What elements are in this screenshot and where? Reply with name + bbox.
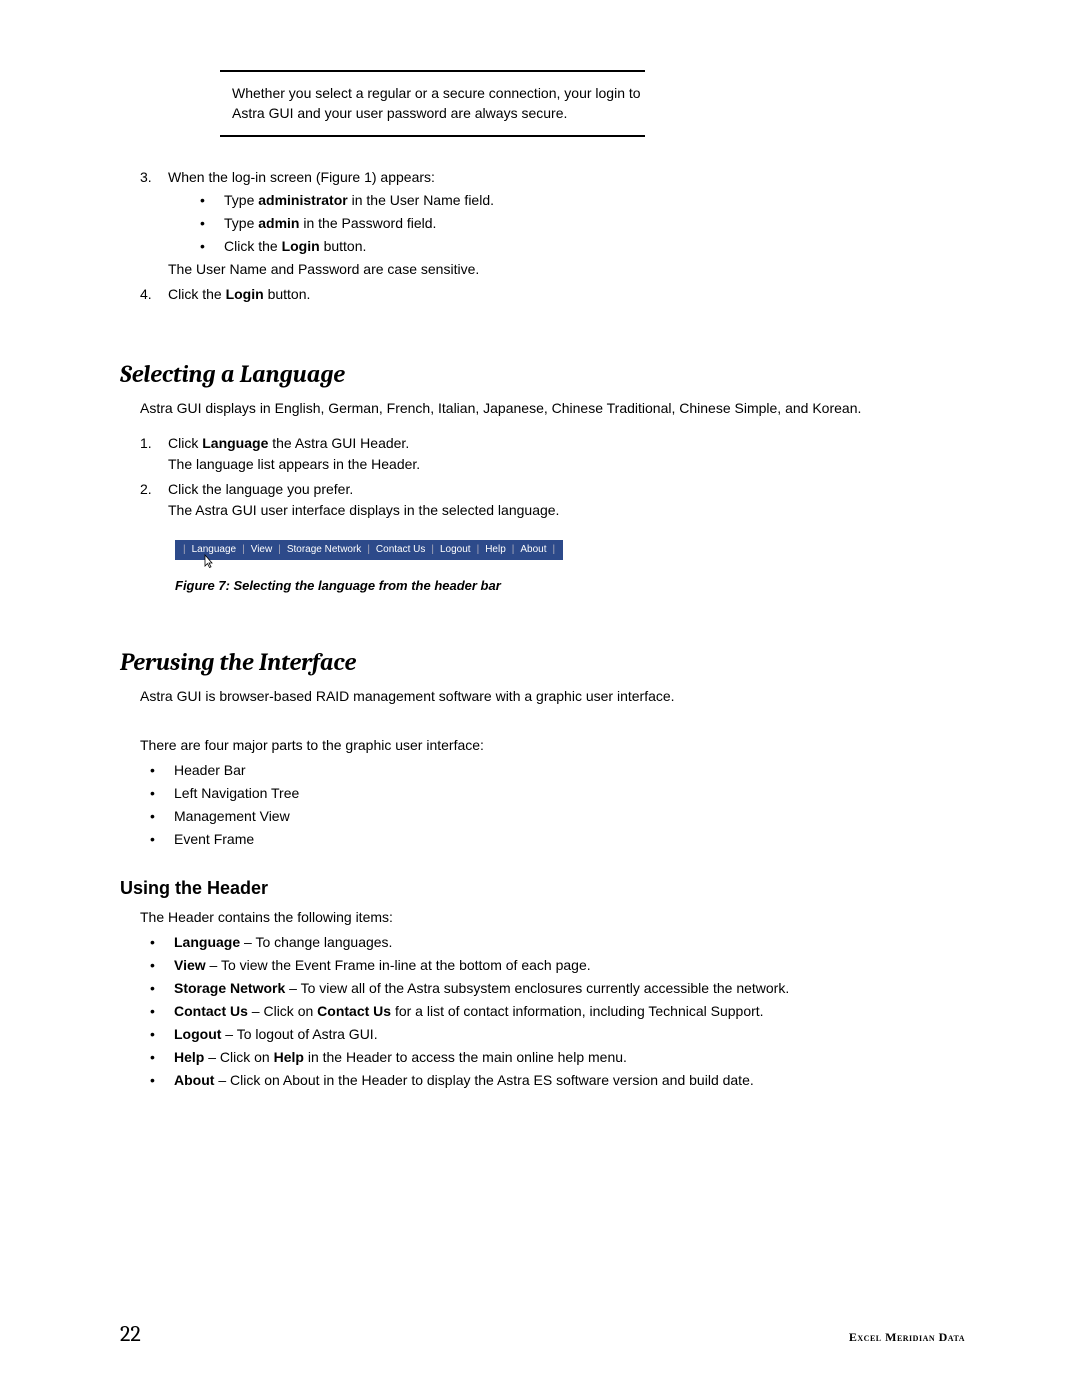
bullet-dot: • bbox=[150, 978, 174, 999]
figure-header-bar: | Language | View | Storage Network | Co… bbox=[175, 539, 965, 560]
item-text: Contact Us – Click on Contact Us for a l… bbox=[174, 1001, 764, 1022]
bullet-dot: • bbox=[150, 1001, 174, 1022]
step-content: Click Language the Astra GUI Header. The… bbox=[168, 433, 965, 475]
list-item: •Contact Us – Click on Contact Us for a … bbox=[150, 1001, 965, 1022]
bullet-text: Click the Login button. bbox=[224, 236, 366, 257]
heading-perusing-interface: Perusing the Interface bbox=[120, 648, 965, 676]
lang-intro: Astra GUI displays in English, German, F… bbox=[140, 398, 965, 419]
separator: | bbox=[367, 544, 370, 555]
sub-bullet: • Type admin in the Password field. bbox=[200, 213, 965, 234]
bullet-dot: • bbox=[150, 1047, 174, 1068]
step-4: 4. Click the Login button. bbox=[140, 284, 965, 305]
item-text: Header Bar bbox=[174, 760, 246, 781]
step-text: Click the language you prefer. bbox=[168, 479, 965, 500]
bullet-dot: • bbox=[200, 190, 224, 211]
list-item: •Storage Network – To view all of the As… bbox=[150, 978, 965, 999]
step-content: Click the Login button. bbox=[168, 284, 965, 305]
step-tail: The language list appears in the Header. bbox=[168, 454, 965, 475]
heading-using-header: Using the Header bbox=[120, 878, 965, 899]
perusing-intro: Astra GUI is browser-based RAID manageme… bbox=[140, 686, 965, 707]
list-item: •Logout – To logout of Astra GUI. bbox=[150, 1024, 965, 1045]
item-text: Language – To change languages. bbox=[174, 932, 392, 953]
list-item: •Language – To change languages. bbox=[150, 932, 965, 953]
bullet-dot: • bbox=[150, 932, 174, 953]
bullet-dot: • bbox=[200, 213, 224, 234]
header-items-list: •Language – To change languages. •View –… bbox=[150, 932, 965, 1091]
item-text: Help – Click on Help in the Header to ac… bbox=[174, 1047, 627, 1068]
bullet-dot: • bbox=[200, 236, 224, 257]
list-item: •View – To view the Event Frame in-line … bbox=[150, 955, 965, 976]
header-link-view[interactable]: View bbox=[249, 544, 275, 555]
item-text: View – To view the Event Frame in-line a… bbox=[174, 955, 591, 976]
step-number: 4. bbox=[140, 284, 168, 305]
parts-list: •Header Bar •Left Navigation Tree •Manag… bbox=[150, 760, 965, 850]
step-number: 3. bbox=[140, 167, 168, 280]
note-callout: Whether you select a regular or a secure… bbox=[220, 70, 645, 137]
sub-bullet: • Click the Login button. bbox=[200, 236, 965, 257]
page-number: 22 bbox=[120, 1321, 141, 1347]
separator: | bbox=[278, 544, 281, 555]
header-link-logout[interactable]: Logout bbox=[438, 544, 473, 555]
item-text: About – Click on About in the Header to … bbox=[174, 1070, 754, 1091]
item-text: Management View bbox=[174, 806, 290, 827]
page-footer: 22 Excel Meridian Data bbox=[120, 1321, 965, 1347]
list-item: •Event Frame bbox=[150, 829, 965, 850]
header-link-about[interactable]: About bbox=[518, 544, 548, 555]
item-text: Event Frame bbox=[174, 829, 254, 850]
header-bar-mock: | Language | View | Storage Network | Co… bbox=[175, 540, 563, 560]
item-text: Left Navigation Tree bbox=[174, 783, 299, 804]
step-number: 2. bbox=[140, 479, 168, 521]
footer-brand: Excel Meridian Data bbox=[849, 1330, 965, 1345]
figure-caption: Figure 7: Selecting the language from th… bbox=[175, 578, 965, 593]
item-text: Storage Network – To view all of the Ast… bbox=[174, 978, 789, 999]
bullet-dot: • bbox=[150, 1024, 174, 1045]
list-item: •Left Navigation Tree bbox=[150, 783, 965, 804]
separator: | bbox=[183, 544, 186, 555]
separator: | bbox=[553, 544, 556, 555]
header-link-help[interactable]: Help bbox=[483, 544, 508, 555]
step-lead: When the log-in screen (Figure 1) appear… bbox=[168, 167, 965, 188]
sub-bullet-list: • Type administrator in the User Name fi… bbox=[200, 190, 965, 257]
step-tail: The Astra GUI user interface displays in… bbox=[168, 500, 965, 521]
step-number: 1. bbox=[140, 433, 168, 475]
list-item: •Header Bar bbox=[150, 760, 965, 781]
heading-selecting-language: Selecting a Language bbox=[120, 360, 965, 388]
bullet-dot: • bbox=[150, 1070, 174, 1091]
bullet-dot: • bbox=[150, 760, 174, 781]
list-item: •About – Click on About in the Header to… bbox=[150, 1070, 965, 1091]
sub-bullet: • Type administrator in the User Name fi… bbox=[200, 190, 965, 211]
item-text: Logout – To logout of Astra GUI. bbox=[174, 1024, 378, 1045]
header-link-contact-us[interactable]: Contact Us bbox=[374, 544, 427, 555]
bullet-dot: • bbox=[150, 829, 174, 850]
header-link-storage-network[interactable]: Storage Network bbox=[285, 544, 363, 555]
lang-step-2: 2. Click the language you prefer. The As… bbox=[140, 479, 965, 521]
login-steps-list: 3. When the log-in screen (Figure 1) app… bbox=[140, 167, 965, 305]
bullet-dot: • bbox=[150, 806, 174, 827]
note-text: Whether you select a regular or a secure… bbox=[232, 84, 645, 123]
step-tail: The User Name and Password are case sens… bbox=[168, 259, 965, 280]
parts-intro: There are four major parts to the graphi… bbox=[140, 735, 965, 756]
bullet-dot: • bbox=[150, 955, 174, 976]
separator: | bbox=[512, 544, 515, 555]
step-content: When the log-in screen (Figure 1) appear… bbox=[168, 167, 965, 280]
step-content: Click the language you prefer. The Astra… bbox=[168, 479, 965, 521]
separator: | bbox=[477, 544, 480, 555]
step-3: 3. When the log-in screen (Figure 1) app… bbox=[140, 167, 965, 280]
using-header-intro: The Header contains the following items: bbox=[140, 907, 965, 928]
list-item: •Management View bbox=[150, 806, 965, 827]
bullet-dot: • bbox=[150, 783, 174, 804]
bullet-text: Type administrator in the User Name fiel… bbox=[224, 190, 494, 211]
separator: | bbox=[431, 544, 434, 555]
list-item: •Help – Click on Help in the Header to a… bbox=[150, 1047, 965, 1068]
lang-step-1: 1. Click Language the Astra GUI Header. … bbox=[140, 433, 965, 475]
bullet-text: Type admin in the Password field. bbox=[224, 213, 436, 234]
separator: | bbox=[242, 544, 245, 555]
pointer-cursor-icon bbox=[201, 554, 215, 573]
lang-steps-list: 1. Click Language the Astra GUI Header. … bbox=[140, 433, 965, 521]
